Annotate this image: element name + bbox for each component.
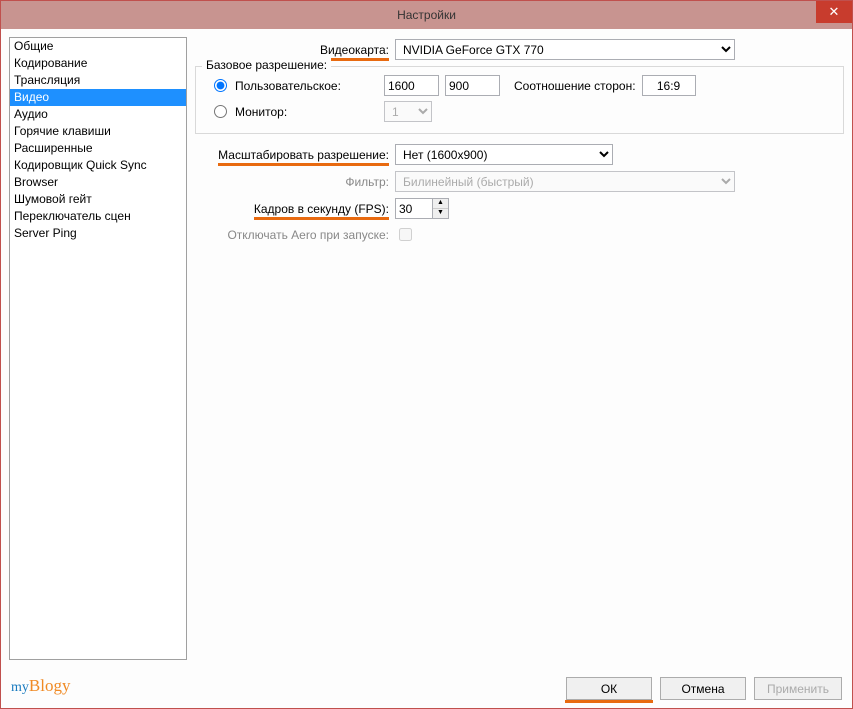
sidebar-item-browser[interactable]: Browser <box>10 174 186 191</box>
sidebar-item-quicksync[interactable]: Кодировщик Quick Sync <box>10 157 186 174</box>
disable-aero-label: Отключать Aero при запуске: <box>227 228 389 242</box>
sidebar-item-broadcast[interactable]: Трансляция <box>10 72 186 89</box>
sidebar-item-audio[interactable]: Аудио <box>10 106 186 123</box>
sidebar-item-hotkeys[interactable]: Горячие клавиши <box>10 123 186 140</box>
sidebar-item-advanced[interactable]: Расширенные <box>10 140 186 157</box>
disable-aero-checkbox[interactable] <box>399 228 412 241</box>
radio-custom[interactable] <box>214 79 227 92</box>
fps-down-button[interactable]: ▼ <box>433 209 448 218</box>
category-list[interactable]: Общие Кодирование Трансляция Видео Аудио… <box>9 37 187 660</box>
radio-custom-label: Пользовательское: <box>235 79 341 93</box>
settings-window: Настройки ✕ Общие Кодирование Трансляция… <box>0 0 853 709</box>
fps-label: Кадров в секунду (FPS): <box>254 202 389 220</box>
fps-input[interactable] <box>396 199 432 218</box>
radio-monitor-label: Монитор: <box>235 105 287 119</box>
close-button[interactable]: ✕ <box>816 1 852 23</box>
filter-label: Фильтр: <box>345 175 389 189</box>
apply-button[interactable]: Применить <box>754 677 842 700</box>
close-icon: ✕ <box>829 4 840 20</box>
aspect-ratio-label: Соотношение сторон: <box>514 79 636 93</box>
dialog-footer: myBlogy ОК Отмена Применить <box>11 677 842 700</box>
filter-select[interactable]: Билинейный (быстрый) <box>395 171 735 192</box>
fps-up-button[interactable]: ▲ <box>433 199 448 209</box>
video-card-select[interactable]: NVIDIA GeForce GTX 770 <box>395 39 735 60</box>
sidebar-item-general[interactable]: Общие <box>10 38 186 55</box>
scale-resolution-select[interactable]: Нет (1600x900) <box>395 144 613 165</box>
window-title: Настройки <box>397 8 456 22</box>
monitor-select[interactable]: 1 <box>384 101 432 122</box>
base-resolution-group: Базовое разрешение: Пользовательское: Со… <box>195 66 844 134</box>
fps-spinner[interactable]: ▲ ▼ <box>395 198 449 219</box>
cancel-button[interactable]: Отмена <box>660 677 746 700</box>
sidebar-item-server-ping[interactable]: Server Ping <box>10 225 186 242</box>
content-area: Общие Кодирование Трансляция Видео Аудио… <box>1 29 852 708</box>
sidebar-item-encoding[interactable]: Кодирование <box>10 55 186 72</box>
res-height-input[interactable] <box>445 75 500 96</box>
res-width-input[interactable] <box>384 75 439 96</box>
settings-panel-video: Видеокарта: NVIDIA GeForce GTX 770 Базов… <box>195 37 844 660</box>
ok-button[interactable]: ОК <box>566 677 652 700</box>
sidebar-item-video[interactable]: Видео <box>10 89 186 106</box>
sidebar-item-noisegate[interactable]: Шумовой гейт <box>10 191 186 208</box>
base-resolution-legend: Базовое разрешение: <box>202 58 331 72</box>
radio-monitor[interactable] <box>214 105 227 118</box>
scale-resolution-label: Масштабировать разрешение: <box>218 148 389 166</box>
watermark-logo: myBlogy <box>11 676 70 696</box>
titlebar: Настройки ✕ <box>1 1 852 29</box>
aspect-ratio-value: 16:9 <box>642 75 696 96</box>
sidebar-item-scene-switcher[interactable]: Переключатель сцен <box>10 208 186 225</box>
